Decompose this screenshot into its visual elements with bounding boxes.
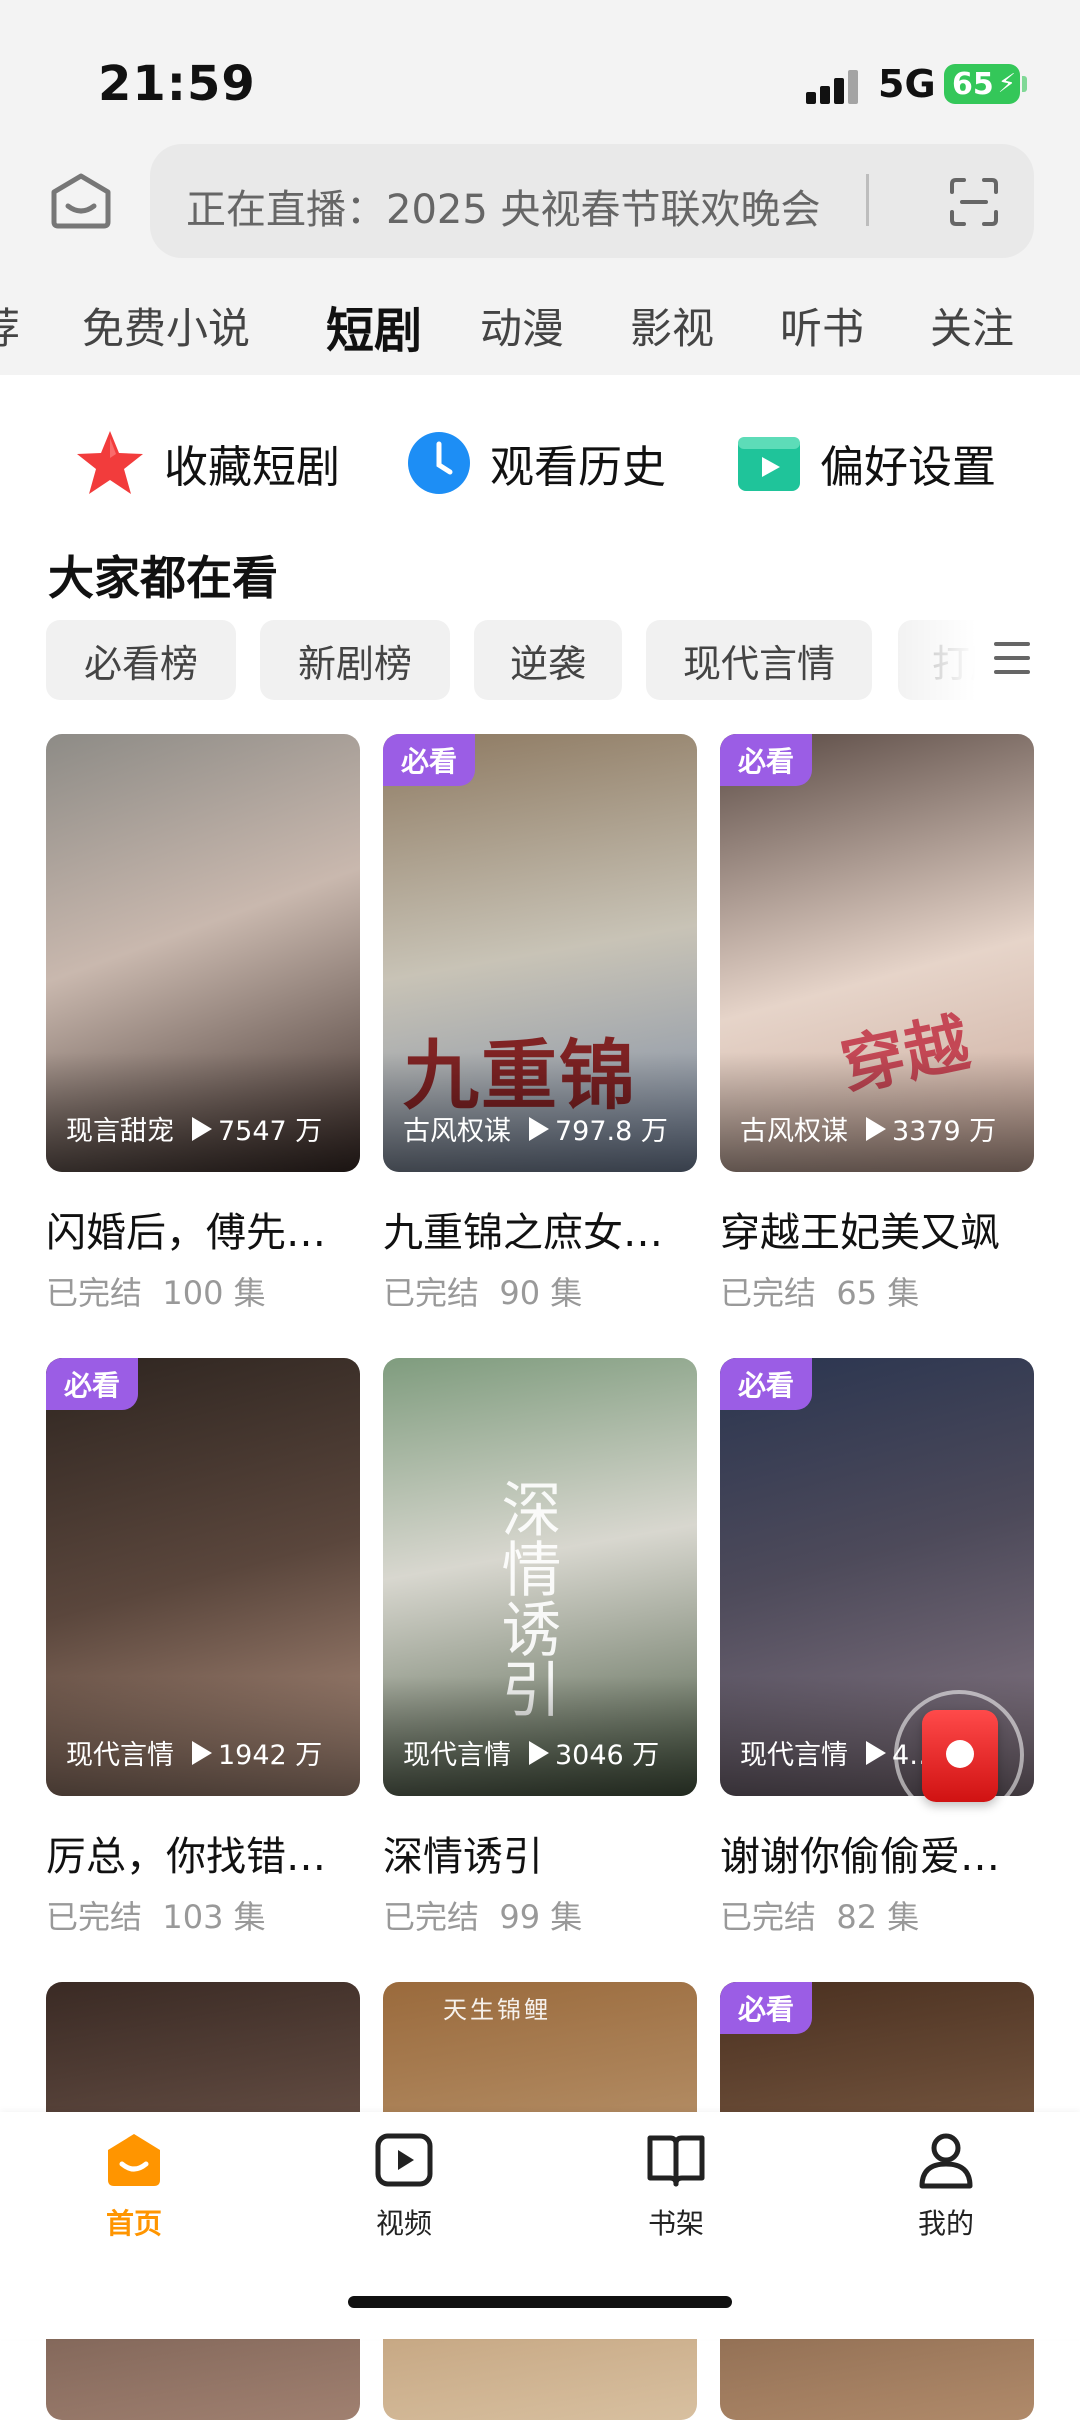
drama-title: 谢谢你偷偷爱… [720, 1834, 1000, 1880]
play-folder-icon [738, 437, 800, 491]
scan-icon[interactable] [948, 176, 1000, 228]
category-tabs: 荐 免费小说 短剧 动漫 影视 听书 关注 [0, 295, 1080, 355]
chip-comeback[interactable]: 逆袭 [474, 620, 622, 700]
drama-title: 厉总，你找错… [46, 1834, 326, 1880]
drama-poster[interactable]: 九重锦 必看 古风权谋 797.8 万 [383, 734, 697, 1172]
tab-anime[interactable]: 动漫 [480, 295, 564, 355]
tab-recommend[interactable]: 荐 [0, 295, 20, 355]
poster-meta: 现代言情 3046 万 [403, 1733, 659, 1772]
battery-indicator: 65 ⚡ [944, 64, 1020, 104]
play-count-icon [192, 1116, 212, 1141]
section-title: 大家都在看 [48, 551, 278, 605]
bookshelf-icon [647, 2135, 705, 2187]
drama-title: 闪婚后，傅先… [46, 1210, 326, 1256]
network-type: 5G [878, 62, 936, 106]
nav-video-label: 视频 [375, 2207, 432, 2240]
drama-title: 穿越王妃美又飒 [720, 1210, 1000, 1256]
drama-poster[interactable]: 穿越 必看 古风权谋 3379 万 [720, 734, 1034, 1172]
drama-status: 已完结 100 集 [46, 1274, 266, 1312]
play-count-icon [529, 1740, 549, 1765]
poster-meta: 古风权谋 3379 万 [740, 1109, 996, 1148]
preferences-shortcut[interactable]: 偏好设置 [736, 428, 996, 498]
genre-tag: 古风权谋 [403, 1116, 511, 1147]
app-logo-icon[interactable] [48, 172, 114, 230]
view-count: 1942 万 [218, 1740, 323, 1771]
battery-level: 65 [952, 66, 994, 102]
tab-following[interactable]: 关注 [930, 295, 1014, 355]
must-watch-badge: 必看 [720, 1982, 812, 2034]
star-icon [77, 431, 143, 494]
must-watch-badge: 必看 [383, 734, 475, 786]
battery-tip [1022, 76, 1027, 92]
favorites-shortcut[interactable]: 收藏短剧 [74, 428, 340, 498]
chip-fade [890, 610, 1080, 706]
red-packet-icon[interactable] [922, 1710, 998, 1802]
chip-new-drama[interactable]: 新剧榜 [260, 620, 450, 700]
drama-status: 已完结 99 集 [383, 1898, 583, 1936]
genre-tag: 现代言情 [66, 1740, 174, 1771]
history-label: 观看历史 [490, 442, 666, 493]
must-watch-badge: 必看 [46, 1358, 138, 1410]
poster-meta: 古风权谋 797.8 万 [403, 1109, 668, 1148]
play-count-icon [192, 1740, 212, 1765]
drama-status: 已完结 90 集 [383, 1274, 583, 1312]
drama-poster[interactable]: 深情诱引 现代言情 3046 万 [383, 1358, 697, 1796]
play-count-icon [866, 1116, 886, 1141]
chip-must-watch[interactable]: 必看榜 [46, 620, 236, 700]
chip-modern-romance[interactable]: 现代言情 [646, 620, 872, 700]
preferences-label: 偏好设置 [820, 442, 996, 493]
poster-meta: 现言甜宠 7547 万 [66, 1109, 322, 1148]
drama-poster[interactable]: 现言甜宠 7547 万 [46, 734, 360, 1172]
drama-status: 已完结 65 集 [720, 1274, 920, 1312]
drama-status: 已完结 103 集 [46, 1898, 266, 1936]
play-count-icon [866, 1740, 886, 1765]
cellular-signal-icon [806, 70, 862, 104]
tab-audiobook[interactable]: 听书 [780, 295, 864, 355]
search-caret [866, 174, 869, 226]
status-time: 21:59 [98, 56, 256, 112]
nav-bookshelf-label: 书架 [647, 2207, 704, 2240]
menu-icon[interactable] [994, 642, 1030, 676]
play-count-icon [529, 1116, 549, 1141]
home-icon [108, 2134, 160, 2186]
genre-tag: 现言甜宠 [66, 1116, 174, 1147]
tab-free-novels[interactable]: 免费小说 [82, 295, 250, 355]
poster-meta: 现代言情 1942 万 [66, 1733, 322, 1772]
poster-art-text: 天生锦鲤 [443, 1996, 551, 2024]
home-indicator [348, 2296, 732, 2308]
history-shortcut[interactable]: 观看历史 [406, 428, 666, 498]
search-input[interactable]: 正在直播：2025 央视春节联欢晚会 [150, 144, 1034, 258]
drama-status: 已完结 82 集 [720, 1898, 920, 1936]
drama-title: 九重锦之庶女… [383, 1210, 663, 1256]
view-count: 7547 万 [218, 1116, 323, 1147]
tab-short-drama[interactable]: 短剧 [326, 295, 422, 355]
search-placeholder: 正在直播：2025 央视春节联欢晚会 [186, 187, 821, 233]
must-watch-badge: 必看 [720, 734, 812, 786]
genre-tag: 现代言情 [403, 1740, 511, 1771]
view-count: 3379 万 [892, 1116, 997, 1147]
genre-tag: 现代言情 [740, 1740, 848, 1771]
charging-icon: ⚡ [997, 69, 1017, 99]
must-watch-badge: 必看 [720, 1358, 812, 1410]
view-count: 797.8 万 [555, 1116, 668, 1147]
clock-icon [408, 432, 470, 494]
drama-poster[interactable]: 必看 现代言情 1942 万 [46, 1358, 360, 1796]
video-icon [375, 2133, 433, 2187]
drama-title: 深情诱引 [383, 1834, 543, 1880]
nav-home-label: 首页 [105, 2207, 162, 2240]
favorites-label: 收藏短剧 [164, 442, 340, 493]
genre-tag: 古风权谋 [740, 1116, 848, 1147]
tab-film-tv[interactable]: 影视 [630, 295, 714, 355]
profile-icon [919, 2133, 973, 2189]
view-count: 3046 万 [555, 1740, 660, 1771]
nav-profile-label: 我的 [917, 2207, 974, 2240]
